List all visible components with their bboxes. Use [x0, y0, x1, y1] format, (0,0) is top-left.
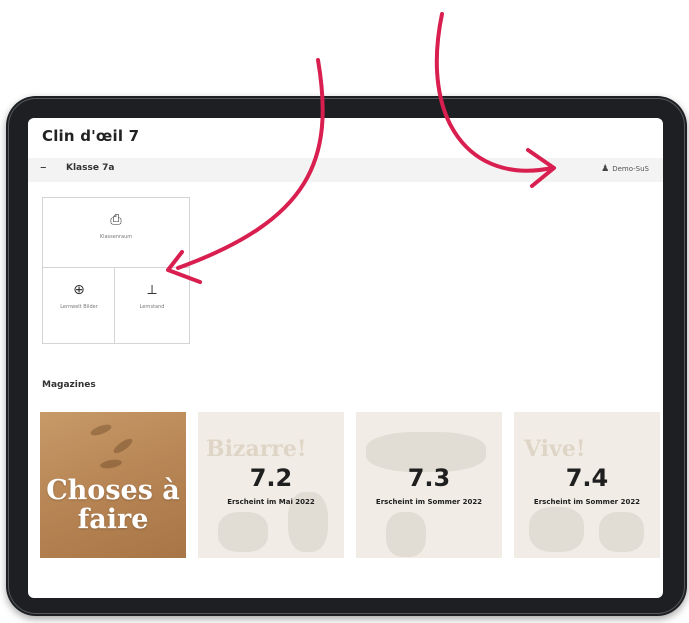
- arrow-to-user-menu: [434, 12, 554, 173]
- annotation-arrows: [166, 12, 556, 284]
- arrow-to-tiles: [176, 58, 325, 270]
